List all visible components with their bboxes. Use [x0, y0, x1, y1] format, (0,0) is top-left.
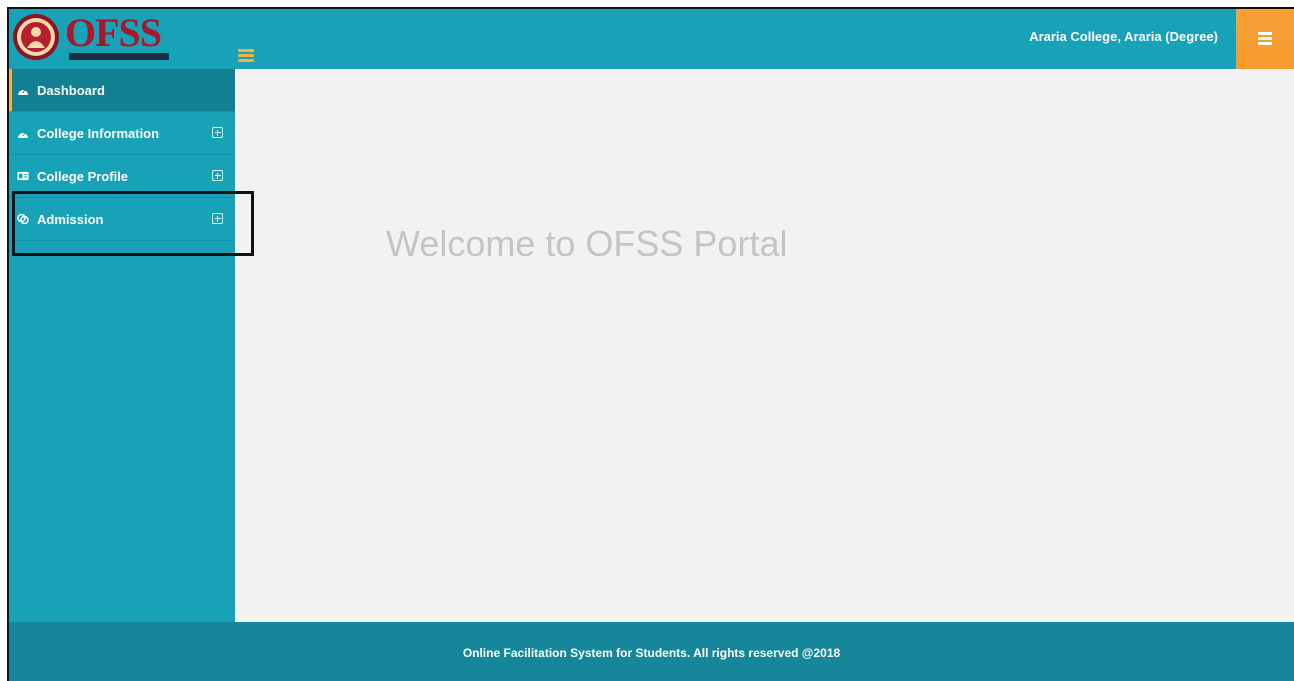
logo-text: OFSS: [65, 10, 162, 55]
welcome-heading: Welcome to OFSS Portal: [386, 223, 788, 264]
dashboard-icon: [17, 127, 29, 139]
menu-button[interactable]: [1236, 9, 1294, 69]
sidebar-item-label: Admission: [37, 211, 104, 227]
sidebar-item-college-profile[interactable]: College Profile: [9, 155, 235, 198]
main-content: Welcome to OFSS Portal: [235, 69, 1294, 622]
app-frame: OFSS Araria College, Araria (Degree) Das…: [7, 7, 1294, 681]
top-header: OFSS Araria College, Araria (Degree): [9, 9, 1294, 69]
expand-icon[interactable]: [212, 127, 223, 138]
ofss-logo[interactable]: OFSS: [11, 11, 171, 63]
admission-icon: [17, 213, 29, 225]
sidebar-item-college-information[interactable]: College Information: [9, 112, 235, 155]
list-icon: [1258, 31, 1272, 47]
sidebar-item-admission[interactable]: Admission: [9, 198, 235, 241]
dashboard-icon: [17, 84, 29, 96]
sidebar-item-label: Dashboard: [37, 82, 105, 98]
logo-tagline: [69, 53, 169, 60]
expand-icon[interactable]: [212, 170, 223, 181]
sidebar-item-label: College Information: [37, 125, 160, 141]
expand-icon[interactable]: [212, 213, 223, 224]
sidebar-item-dashboard[interactable]: Dashboard: [9, 69, 235, 112]
id-card-icon: [17, 170, 29, 182]
footer: Online Facilitation System for Students.…: [9, 622, 1294, 681]
sidebar: Dashboard College Information College Pr…: [9, 69, 235, 622]
footer-text: Online Facilitation System for Students.…: [462, 645, 841, 660]
sidebar-toggle-icon[interactable]: [238, 49, 254, 63]
emblem-icon: [13, 14, 59, 60]
college-name: Araria College, Araria (Degree): [1029, 29, 1218, 44]
sidebar-item-label: College Profile: [37, 168, 129, 184]
